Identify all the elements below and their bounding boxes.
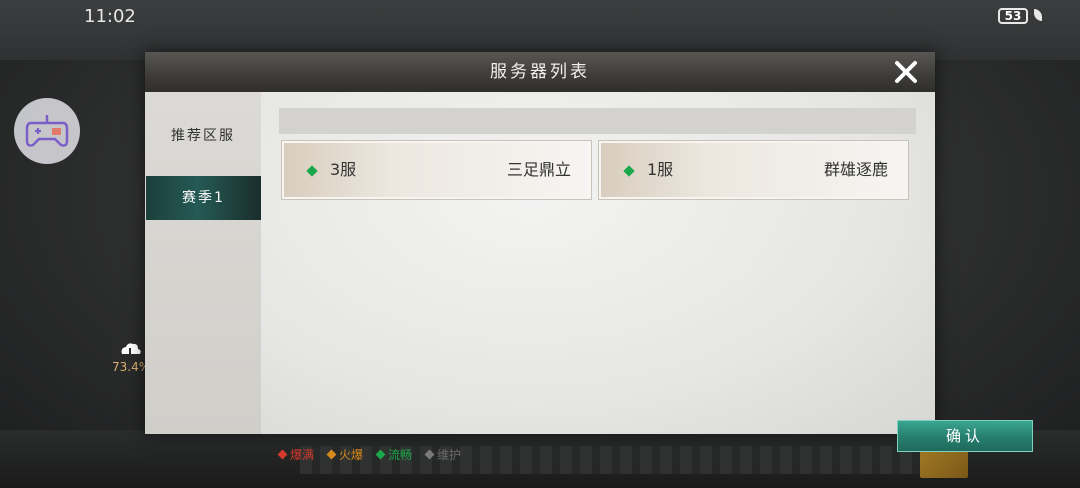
gamepad-float-button[interactable]: [14, 98, 80, 164]
status-time: 11:02: [84, 6, 136, 27]
diamond-icon: [277, 449, 288, 459]
server-card[interactable]: 1服 群雄逐鹿: [598, 140, 909, 200]
server-list-panel: 3服 三足鼎立 1服 群雄逐鹿 爆满 火爆 流畅 维护 确认: [261, 92, 1033, 462]
status-dot-icon: [306, 165, 318, 177]
status-dot-icon: [623, 165, 635, 177]
status-legend: 爆满 火爆 流畅 维护: [277, 444, 462, 464]
battery-icon: 53: [998, 8, 1028, 24]
legend-item-smooth: 流畅: [375, 444, 413, 464]
legend-label: 火爆: [339, 447, 364, 462]
server-description: 群雄逐鹿: [823, 160, 888, 179]
legend-item-full: 爆满: [277, 444, 315, 464]
close-button[interactable]: [889, 56, 923, 88]
legend-label: 流畅: [388, 447, 413, 462]
legend-item-maintenance: 维护: [424, 444, 462, 464]
legend-item-hot: 火爆: [326, 444, 364, 464]
background-scene-top: [0, 0, 1080, 60]
server-list-header-bar: [279, 108, 916, 134]
legend-label: 爆满: [290, 447, 315, 462]
sidebar-item-recommended[interactable]: 推荐区服: [145, 114, 261, 158]
server-list-dialog: 服务器列表 推荐区服 赛季1 3服 三足鼎立 1服 群雄逐鹿 爆满 火爆 流畅 …: [145, 52, 1033, 462]
server-name: 1服: [647, 160, 674, 179]
sidebar-item-season1[interactable]: 赛季1: [146, 176, 261, 220]
diamond-icon: [424, 449, 435, 459]
legend-label: 维护: [437, 447, 462, 462]
server-description: 三足鼎立: [506, 160, 571, 179]
dialog-title: 服务器列表: [490, 62, 590, 82]
diamond-icon: [326, 449, 337, 459]
diamond-icon: [375, 449, 386, 459]
confirm-button[interactable]: 确认: [897, 420, 1033, 452]
server-card[interactable]: 3服 三足鼎立: [281, 140, 592, 200]
close-icon: [895, 61, 917, 83]
server-category-sidebar: 推荐区服 赛季1: [145, 92, 261, 434]
server-name: 3服: [330, 160, 357, 179]
gamepad-icon: [25, 115, 69, 147]
